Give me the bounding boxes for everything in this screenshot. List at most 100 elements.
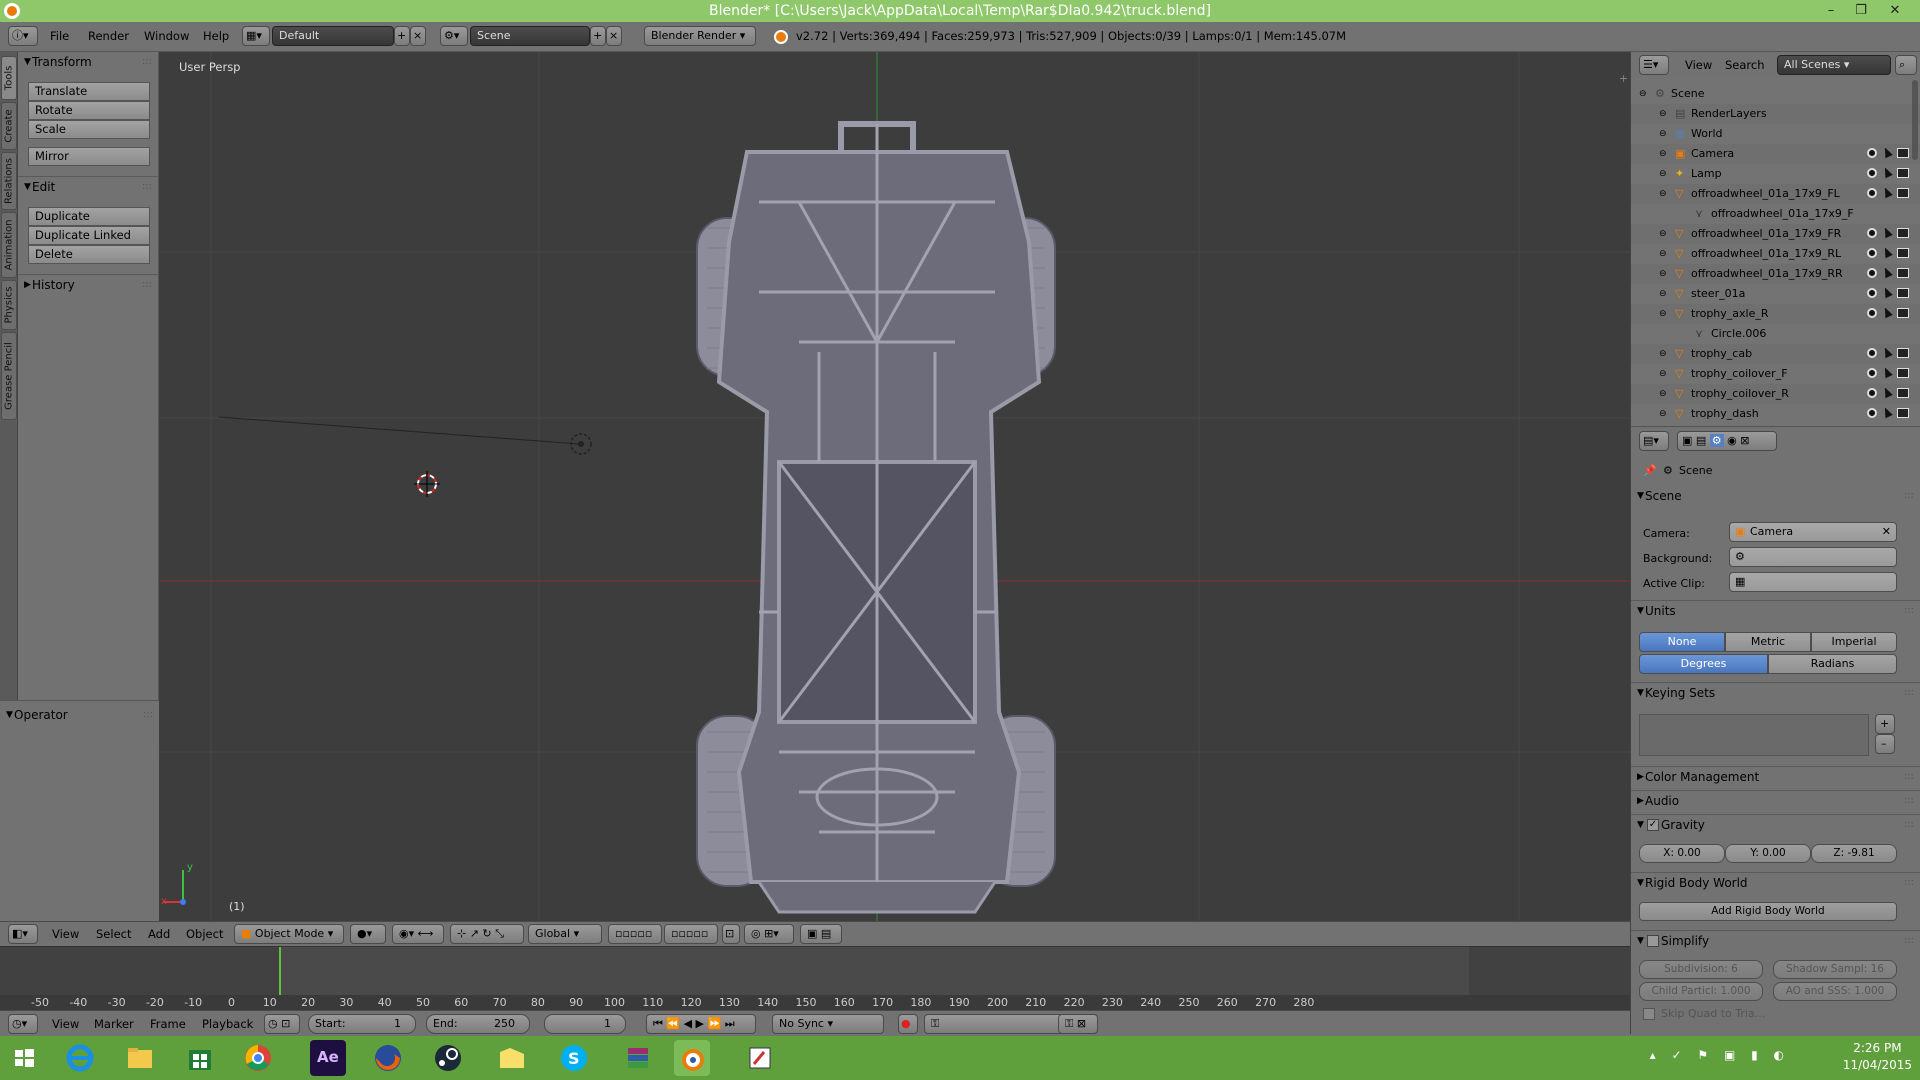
- menu-file[interactable]: File: [50, 28, 69, 44]
- folder-icon[interactable]: [494, 1040, 530, 1076]
- render-engine-select[interactable]: Blender Render ▾: [644, 26, 756, 46]
- display-mode-select[interactable]: All Scenes ▾: [1777, 55, 1891, 75]
- layer-buttons-2[interactable]: ▫▫▫▫▫: [664, 924, 718, 944]
- renderable-camera-icon[interactable]: [1897, 148, 1909, 158]
- selectable-cursor-icon[interactable]: [1881, 145, 1893, 159]
- menu-marker[interactable]: Marker: [94, 1016, 134, 1032]
- expand-toggle-icon[interactable]: ⊖: [1659, 388, 1671, 400]
- blender-taskbar-icon[interactable]: [674, 1040, 710, 1076]
- add-keying-set-icon[interactable]: +: [1875, 714, 1895, 734]
- drag-handle-icon[interactable]: :::: [1904, 683, 1914, 703]
- tab-tools[interactable]: Tools: [1, 56, 17, 100]
- start-frame-field[interactable]: Start: 1: [308, 1014, 416, 1034]
- expand-toggle-icon[interactable]: ⊖: [1659, 228, 1671, 240]
- outliner-row[interactable]: ⊖ ✦ Lamp: [1631, 164, 1920, 184]
- system-tray-icons[interactable]: ▴ ✓ ⚑ ▣ ▮ ◐: [1650, 1048, 1790, 1062]
- system-clock[interactable]: 2:26 PM 11/04/2015: [1843, 1040, 1912, 1074]
- gravity-x-field[interactable]: X: 0.00: [1639, 844, 1725, 863]
- selectable-cursor-icon[interactable]: [1881, 245, 1893, 259]
- expand-toggle-icon[interactable]: ⊖: [1659, 168, 1671, 180]
- visibility-eye-icon[interactable]: [1867, 388, 1877, 398]
- expand-toggle-icon[interactable]: ⊖: [1659, 248, 1671, 260]
- clear-camera-icon[interactable]: ✕: [1882, 523, 1891, 541]
- menu-playback[interactable]: Playback: [202, 1016, 253, 1032]
- outliner-row[interactable]: ⊖ ▽ offroadwheel_01a_17x9_RR: [1631, 264, 1920, 284]
- store-icon[interactable]: [182, 1040, 218, 1076]
- renderable-camera-icon[interactable]: [1897, 408, 1909, 418]
- units-metric-button[interactable]: Metric: [1725, 632, 1811, 652]
- expand-toggle-icon[interactable]: ⊖: [1639, 88, 1651, 100]
- outliner-row[interactable]: ⊖ ▽ offroadwheel_01a_17x9_RL: [1631, 244, 1920, 264]
- history-panel-header[interactable]: ▶ History:::: [18, 274, 158, 294]
- renderable-camera-icon[interactable]: [1897, 388, 1909, 398]
- selectable-cursor-icon[interactable]: [1881, 345, 1893, 359]
- outliner-scrollbar[interactable]: [1912, 80, 1918, 160]
- visibility-eye-icon[interactable]: [1867, 408, 1877, 418]
- selectable-cursor-icon[interactable]: [1881, 185, 1893, 199]
- active-clip-field[interactable]: ▦: [1729, 572, 1897, 592]
- expand-toggle-icon[interactable]: ⊖: [1659, 288, 1671, 300]
- units-imperial-button[interactable]: Imperial: [1811, 632, 1897, 652]
- renderable-camera-icon[interactable]: [1897, 168, 1909, 178]
- add-screen-icon[interactable]: +: [394, 26, 410, 46]
- screen-layout-field[interactable]: Default: [272, 26, 394, 46]
- outliner-tree[interactable]: ⊖ ⚙ Scene ⊖ ▤ RenderLayers ⊖ ◍ World ⊖ ▣ Camera ⊖ ✦ La…: [1630, 78, 1920, 426]
- drag-handle-icon[interactable]: :::: [1904, 767, 1914, 787]
- expand-toggle-icon[interactable]: ⊖: [1659, 308, 1671, 320]
- outliner-row[interactable]: ⊖ ▽ trophy_coilover_F: [1631, 364, 1920, 384]
- tab-create[interactable]: Create: [1, 102, 17, 150]
- visibility-eye-icon[interactable]: [1867, 268, 1877, 278]
- duplicate-linked-button[interactable]: Duplicate Linked: [28, 226, 150, 245]
- keyframe-insert-buttons[interactable]: ⚿ ⊠: [1058, 1014, 1098, 1034]
- winrar-icon[interactable]: [620, 1040, 656, 1076]
- visibility-eye-icon[interactable]: [1867, 368, 1877, 378]
- steam-icon[interactable]: [430, 1040, 466, 1076]
- drag-handle-icon[interactable]: :::: [1904, 486, 1914, 506]
- drag-handle-icon[interactable]: :::: [1904, 931, 1914, 951]
- editor-type-outliner-menu[interactable]: ☰▾: [1639, 55, 1669, 75]
- add-scene-icon[interactable]: +: [590, 26, 606, 46]
- renderable-camera-icon[interactable]: [1897, 308, 1909, 318]
- menu-select[interactable]: Select: [96, 926, 131, 942]
- scene-field[interactable]: Scene: [470, 26, 590, 46]
- transform-panel-header[interactable]: ▼ Transform:::: [18, 52, 158, 72]
- simplify-checkbox[interactable]: [1647, 935, 1659, 947]
- selectable-cursor-icon[interactable]: [1881, 265, 1893, 279]
- gravity-checkbox[interactable]: ✓: [1647, 819, 1659, 831]
- menu-add[interactable]: Add: [148, 926, 170, 942]
- keying-sets-list[interactable]: [1639, 714, 1869, 756]
- selectable-cursor-icon[interactable]: [1881, 405, 1893, 419]
- outliner-row[interactable]: ⊖ ▽ offroadwheel_01a_17x9_FL: [1631, 184, 1920, 204]
- add-rigid-body-world-button[interactable]: Add Rigid Body World: [1639, 902, 1897, 921]
- menu-frame[interactable]: Frame: [150, 1016, 186, 1032]
- renderable-camera-icon[interactable]: [1897, 288, 1909, 298]
- remove-screen-icon[interactable]: ×: [410, 26, 426, 46]
- tab-physics[interactable]: Physics: [1, 280, 17, 330]
- renderable-camera-icon[interactable]: [1897, 248, 1909, 258]
- after-effects-icon[interactable]: Ae: [310, 1040, 346, 1076]
- restore-button[interactable]: ❐: [1846, 0, 1876, 22]
- edit-panel-header[interactable]: ▼ Edit:::: [18, 176, 158, 196]
- menu-outliner-view[interactable]: View: [1685, 57, 1712, 73]
- scene-icon[interactable]: ⚙▾: [440, 26, 468, 46]
- outliner-row[interactable]: ⊖ ▽ steer_01a: [1631, 284, 1920, 304]
- scene-panel-header[interactable]: ▼ Scene:::: [1631, 486, 1920, 506]
- skype-icon[interactable]: S: [556, 1040, 592, 1076]
- renderable-camera-icon[interactable]: [1897, 268, 1909, 278]
- camera-field[interactable]: ▣ Camera ✕: [1729, 522, 1897, 542]
- outliner-row[interactable]: ⊖ ◍ World: [1631, 124, 1920, 144]
- close-button[interactable]: ✕: [1880, 0, 1910, 22]
- internet-explorer-icon[interactable]: [62, 1040, 98, 1076]
- skip-quad-checkbox[interactable]: [1643, 1008, 1655, 1020]
- layer-buttons-1[interactable]: ▫▫▫▫▫: [608, 924, 662, 944]
- tab-relations[interactable]: Relations: [1, 152, 17, 210]
- menu-window[interactable]: Window: [144, 28, 189, 44]
- orientation-select[interactable]: Global ▾: [528, 924, 602, 944]
- outliner-row[interactable]: ⊖ ▽ trophy_cab: [1631, 344, 1920, 364]
- current-frame-field[interactable]: 1: [544, 1014, 626, 1034]
- end-frame-field[interactable]: End: 250: [426, 1014, 530, 1034]
- selectable-cursor-icon[interactable]: [1881, 305, 1893, 319]
- renderable-camera-icon[interactable]: [1897, 228, 1909, 238]
- expand-toggle-icon[interactable]: ⊖: [1659, 148, 1671, 160]
- audio-panel-header[interactable]: ▶ Audio:::: [1631, 790, 1920, 810]
